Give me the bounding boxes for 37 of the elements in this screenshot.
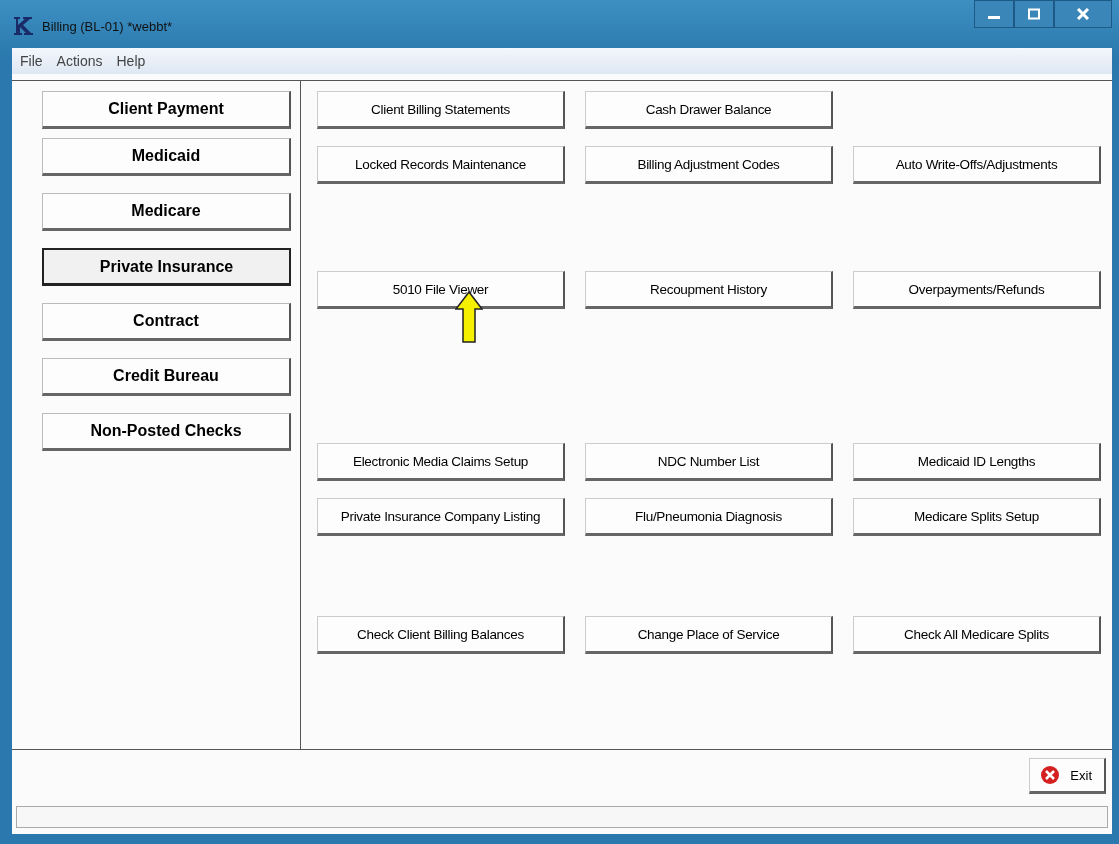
sidebar-button[interactable]: Contract xyxy=(42,303,291,341)
menu-item[interactable]: Help xyxy=(116,53,146,69)
function-button[interactable]: Electronic Media Claims Setup xyxy=(317,443,565,481)
function-button[interactable]: 5010 File Viewer xyxy=(317,271,565,309)
function-button[interactable]: Overpayments/Refunds xyxy=(853,271,1101,309)
sidebar-button[interactable]: Medicaid xyxy=(42,138,291,176)
maximize-button[interactable] xyxy=(1014,0,1054,28)
function-button[interactable]: Flu/Pneumonia Diagnosis xyxy=(585,498,833,536)
sidebar-button[interactable]: Client Payment xyxy=(42,91,291,129)
logo-icon xyxy=(12,15,34,37)
function-button[interactable]: Check Client Billing Balances xyxy=(317,616,565,654)
function-button[interactable]: Billing Adjustment Codes xyxy=(585,146,833,184)
close-icon xyxy=(1076,8,1090,20)
sidebar-button[interactable]: Private Insurance xyxy=(42,248,291,286)
function-button[interactable]: Change Place of Service xyxy=(585,616,833,654)
close-button[interactable] xyxy=(1054,0,1112,28)
close-icon xyxy=(1040,765,1061,785)
minimize-button[interactable] xyxy=(974,0,1014,28)
function-button[interactable]: Medicaid ID Lengths xyxy=(853,443,1101,481)
function-button[interactable]: Check All Medicare Splits xyxy=(853,616,1101,654)
function-button[interactable]: Client Billing Statements xyxy=(317,91,565,129)
maximize-icon xyxy=(1027,8,1041,20)
function-button[interactable]: Private Insurance Company Listing xyxy=(317,498,565,536)
menu-item[interactable]: Actions xyxy=(56,53,103,69)
sidebar-button[interactable]: Credit Bureau xyxy=(42,358,291,396)
minimize-icon xyxy=(988,16,1000,19)
exit-button[interactable]: Exit xyxy=(1029,758,1106,794)
function-button[interactable]: Locked Records Maintenance xyxy=(317,146,565,184)
sidebar-button[interactable]: Medicare xyxy=(42,193,291,231)
window-title: Billing (BL-01) *webbt* xyxy=(42,18,173,34)
function-button[interactable]: Medicare Splits Setup xyxy=(853,498,1101,536)
menu-item[interactable]: File xyxy=(20,53,43,69)
function-button[interactable]: NDC Number List xyxy=(585,443,833,481)
function-button[interactable]: Recoupment History xyxy=(585,271,833,309)
sidebar-button[interactable]: Non-Posted Checks xyxy=(42,413,291,451)
function-button[interactable]: Cash Drawer Balance xyxy=(585,91,833,129)
function-button[interactable]: Auto Write-Offs/Adjustments xyxy=(853,146,1101,184)
